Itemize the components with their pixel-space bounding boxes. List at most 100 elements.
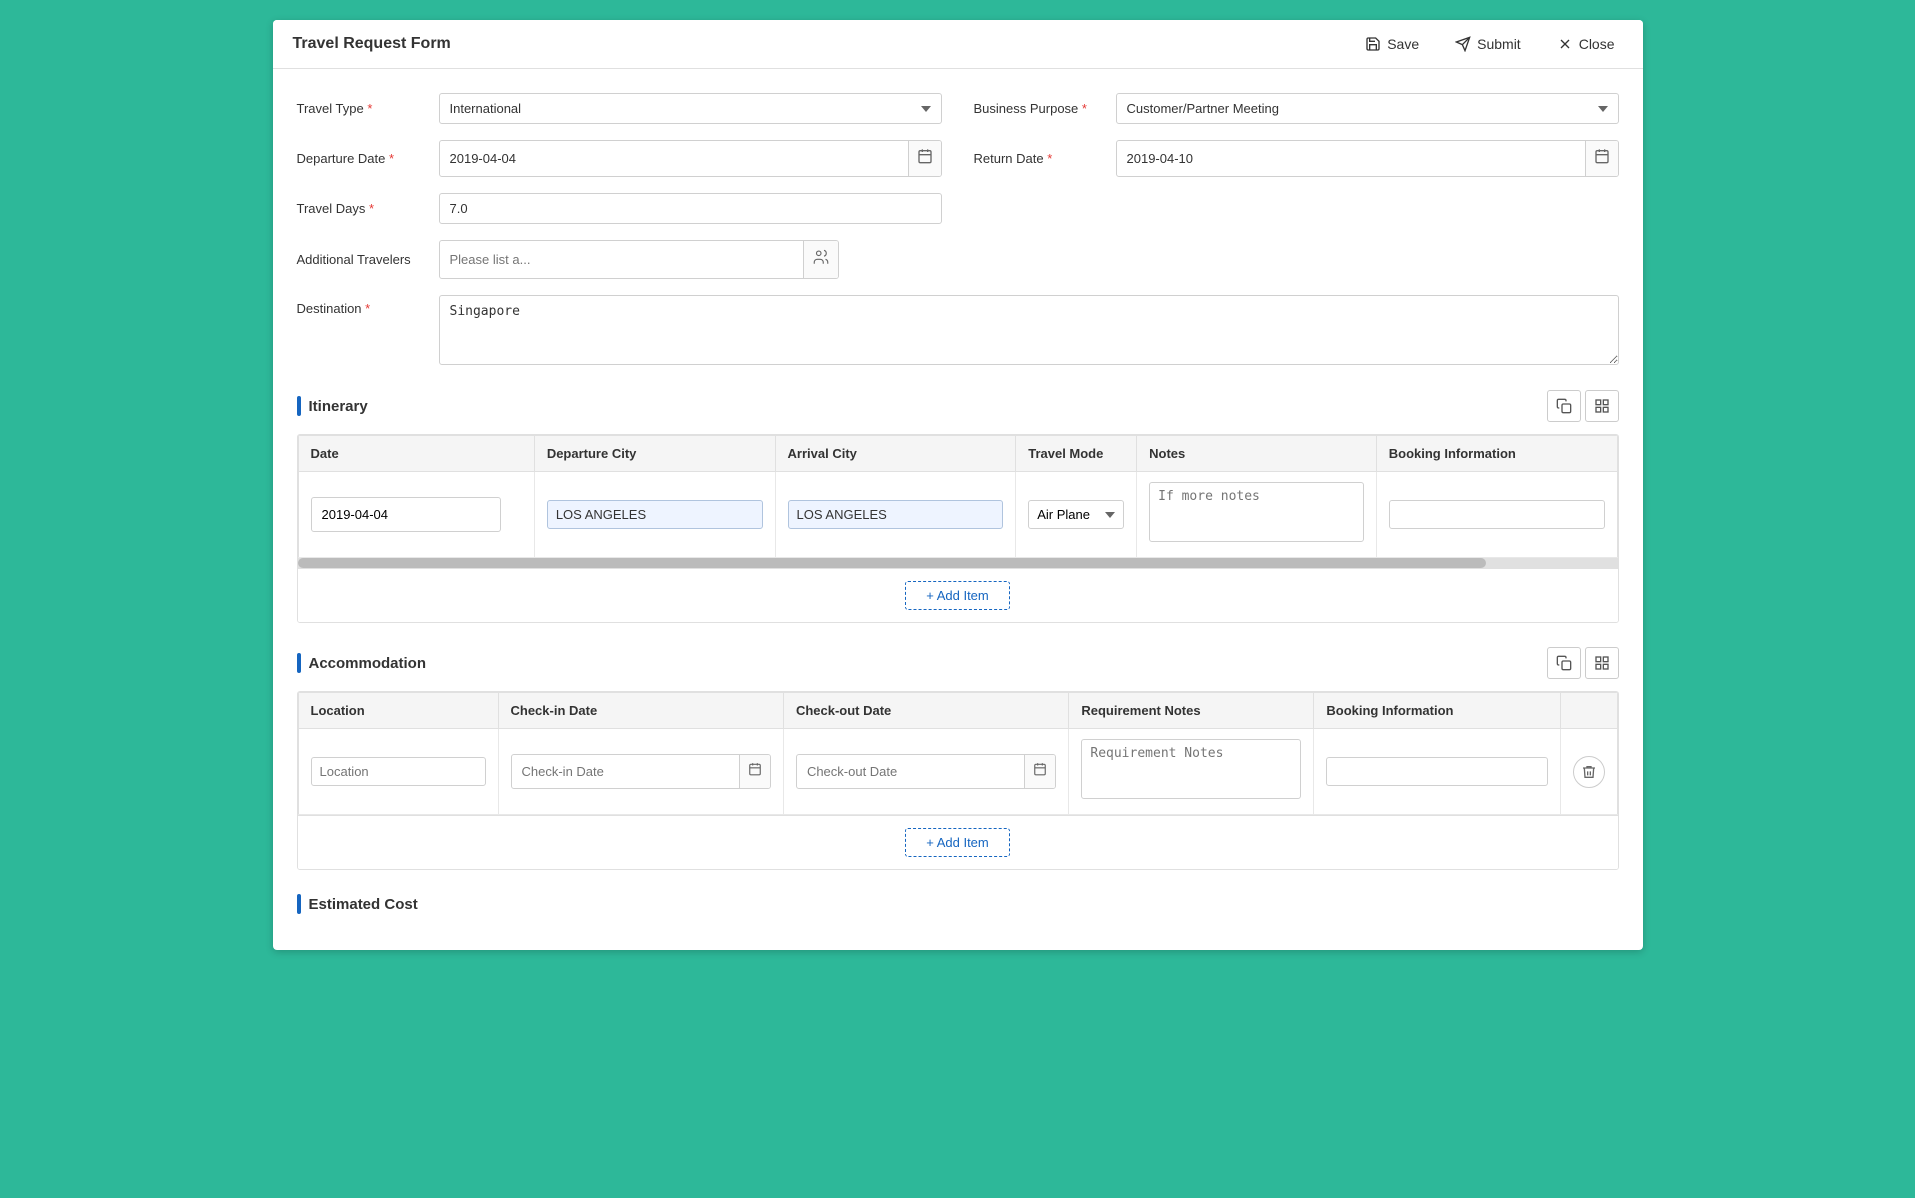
booking-info-input[interactable] [1389, 500, 1605, 529]
checkin-calendar-icon[interactable] [739, 755, 770, 788]
itinerary-grid-button[interactable] [1585, 390, 1619, 422]
travel-request-form: Travel Request Form Save Submit [273, 20, 1643, 950]
return-date-field: Return Date * [974, 140, 1619, 177]
accom-booking-input[interactable] [1326, 757, 1547, 786]
return-calendar-icon[interactable] [1585, 141, 1618, 176]
itinerary-table: Date Departure City Arrival City Travel … [298, 435, 1618, 558]
delete-cell [1560, 729, 1617, 815]
checkout-date-input[interactable] [797, 757, 1024, 786]
additional-travelers-input[interactable] [440, 245, 803, 274]
checkout-calendar-icon[interactable] [1024, 755, 1055, 788]
accommodation-grid-button[interactable] [1585, 647, 1619, 679]
departure-city-input[interactable] [547, 500, 763, 529]
people-icon[interactable] [803, 241, 838, 278]
departure-city-cell [534, 472, 775, 558]
business-purpose-select[interactable]: Customer/Partner Meeting Internal Meetin… [1116, 93, 1619, 124]
itinerary-date-cell [298, 472, 534, 558]
checkout-cell [783, 729, 1068, 815]
return-date-field-input[interactable] [1117, 144, 1585, 173]
copy-icon [1556, 398, 1572, 414]
travel-type-input[interactable]: International Domestic [439, 93, 942, 124]
arrival-city-input[interactable] [788, 500, 1004, 529]
accommodation-section-actions [1547, 647, 1619, 679]
itinerary-add-item-button[interactable]: + Add Item [905, 581, 1010, 610]
destination-input[interactable]: Singapore [439, 295, 1619, 370]
destination-label: Destination * [297, 295, 427, 316]
col-arrival-city: Arrival City [775, 436, 1016, 472]
destination-field: Destination * Singapore [297, 295, 1619, 370]
itinerary-scrollbar[interactable] [298, 558, 1618, 568]
close-icon [1557, 36, 1573, 52]
business-purpose-field: Business Purpose * Customer/Partner Meet… [974, 93, 1619, 124]
trash-icon [1581, 764, 1597, 780]
business-purpose-label: Business Purpose * [974, 101, 1104, 116]
departure-date-wrapper [439, 140, 942, 177]
form-body: Travel Type * International Domestic Bus… [273, 69, 1643, 950]
req-notes-textarea[interactable] [1081, 739, 1301, 799]
accommodation-section: Location Check-in Date Check-out Date Re… [297, 691, 1619, 870]
return-date-wrapper [1116, 140, 1619, 177]
checkout-date-wrapper [796, 754, 1056, 789]
accommodation-table: Location Check-in Date Check-out Date Re… [298, 692, 1618, 815]
col-actions [1560, 693, 1617, 729]
travel-type-select[interactable]: International Domestic [439, 93, 942, 124]
accommodation-section-header: Accommodation [297, 647, 1619, 679]
req-notes-cell [1069, 729, 1314, 815]
submit-button[interactable]: Submit [1447, 32, 1529, 56]
checkin-date-input[interactable] [512, 757, 739, 786]
departure-date-input[interactable] [439, 140, 942, 177]
location-input[interactable] [311, 757, 486, 786]
accommodation-copy-button[interactable] [1547, 647, 1581, 679]
location-cell [298, 729, 498, 815]
additional-travelers-label: Additional Travelers [297, 252, 427, 267]
form-title: Travel Request Form [293, 35, 451, 53]
return-date-input[interactable] [1116, 140, 1619, 177]
save-button[interactable]: Save [1357, 32, 1427, 56]
itinerary-copy-button[interactable] [1547, 390, 1581, 422]
itinerary-section-actions [1547, 390, 1619, 422]
itinerary-add-row: + Add Item [298, 568, 1618, 622]
itinerary-scroll[interactable]: Date Departure City Arrival City Travel … [298, 435, 1618, 558]
departure-calendar-icon[interactable] [908, 141, 941, 176]
delete-accommodation-button[interactable] [1573, 756, 1605, 788]
travel-days-input[interactable] [439, 193, 942, 224]
save-icon [1365, 36, 1381, 52]
destination-textarea[interactable]: Singapore [439, 295, 1619, 365]
col-date: Date [298, 436, 534, 472]
itinerary-title: Itinerary [297, 396, 368, 416]
col-req-notes: Requirement Notes [1069, 693, 1314, 729]
travel-mode-cell: Air Plane Train Car Bus [1016, 472, 1137, 558]
table-row: Air Plane Train Car Bus [298, 472, 1617, 558]
business-purpose-input[interactable]: Customer/Partner Meeting Internal Meetin… [1116, 93, 1619, 124]
departure-date-label: Departure Date * [297, 151, 427, 166]
grid-icon [1594, 398, 1610, 414]
col-booking-info: Booking Information [1376, 436, 1617, 472]
itinerary-date-input[interactable] [312, 500, 501, 529]
booking-info-cell [1376, 472, 1617, 558]
form-row-1: Travel Type * International Domestic Bus… [297, 93, 1619, 279]
close-button[interactable]: Close [1549, 32, 1623, 56]
accommodation-add-item-button[interactable]: + Add Item [905, 828, 1010, 857]
travel-type-label: Travel Type * [297, 101, 427, 116]
travel-days-field-input[interactable] [439, 193, 942, 224]
notes-cell [1137, 472, 1377, 558]
itinerary-scrollbar-thumb[interactable] [298, 558, 1486, 568]
accommodation-title-bar [297, 653, 301, 673]
grid-icon-2 [1594, 655, 1610, 671]
estimated-cost-title-bar [297, 894, 301, 914]
submit-icon [1455, 36, 1471, 52]
travel-mode-select[interactable]: Air Plane Train Car Bus [1028, 500, 1124, 529]
additional-travelers-wrapper [439, 240, 839, 279]
accommodation-title: Accommodation [297, 653, 427, 673]
notes-textarea[interactable] [1149, 482, 1364, 542]
accommodation-add-row: + Add Item [298, 815, 1618, 869]
accommodation-header-row: Location Check-in Date Check-out Date Re… [298, 693, 1617, 729]
table-row [298, 729, 1617, 815]
itinerary-section: Date Departure City Arrival City Travel … [297, 434, 1619, 623]
col-checkout: Check-out Date [783, 693, 1068, 729]
col-location: Location [298, 693, 498, 729]
departure-date-field: Departure Date * [297, 140, 942, 177]
checkin-date-wrapper [511, 754, 771, 789]
departure-date-field-input[interactable] [440, 144, 908, 173]
estimated-cost-title: Estimated Cost [297, 894, 418, 914]
